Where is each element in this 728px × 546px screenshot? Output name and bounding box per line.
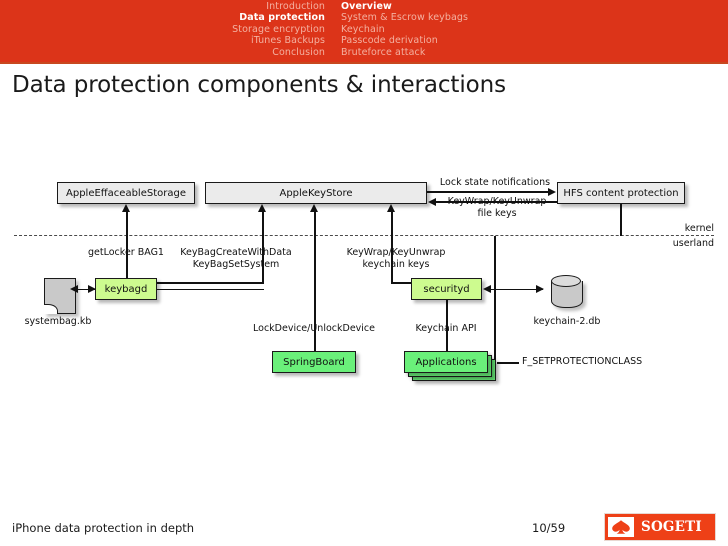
box-hfs-content-protection[interactable]: HFS content protection xyxy=(557,182,685,204)
label-keychain-2-db: keychain-2.db xyxy=(533,316,601,327)
edge-keywrap-keychain-hline xyxy=(391,282,411,284)
box-keybagd[interactable]: keybagd xyxy=(95,278,157,300)
nav-item-introduction[interactable]: Introduction xyxy=(266,1,325,12)
label-lockdevice-unlockdevice: LockDevice/UnlockDevice xyxy=(253,323,375,334)
edge-getlocker-arrowhead xyxy=(121,204,130,212)
nav-item-system-escrow[interactable]: System & Escrow keybags xyxy=(341,12,468,23)
box-springboard[interactable]: SpringBoard xyxy=(272,351,356,373)
header-underline xyxy=(0,62,728,64)
edge-lock-state-notifications-line xyxy=(427,191,549,193)
footer-title: iPhone data protection in depth xyxy=(12,521,195,535)
label-getlocker-bag1: getLocker BAG1 xyxy=(88,247,164,258)
edge-keybagcreate-arrowhead xyxy=(257,204,266,212)
spade-icon xyxy=(608,517,634,537)
label-keywrap-file-keys-line1: KeyWrap/KeyUnwrap xyxy=(447,196,547,207)
diagram-canvas: kernel userland AppleEffaceableStorage A… xyxy=(0,120,728,500)
edge-keybagcreate-hline xyxy=(155,282,264,284)
nav-item-itunes-backups[interactable]: iTunes Backups xyxy=(251,35,325,46)
box-securityd[interactable]: securityd xyxy=(411,278,482,300)
edge-securityd-keychain-arrowhead-left xyxy=(483,285,491,293)
edge-keybagd-systembag-arrowhead-right xyxy=(88,285,96,293)
edge-keywrap-keychain-arrowhead xyxy=(386,204,395,212)
box-applications[interactable]: Applications xyxy=(404,351,488,373)
nav-item-keychain[interactable]: Keychain xyxy=(341,24,385,35)
kernel-userland-divider xyxy=(14,235,714,236)
nav-item-bruteforce-attack[interactable]: Bruteforce attack xyxy=(341,47,425,58)
footer-page-number: 10/59 xyxy=(532,521,566,535)
sogeti-logo: SOGETI xyxy=(604,513,716,541)
nav-column-sections: Introduction Data protection Storage enc… xyxy=(207,1,325,58)
edge-lock-state-notifications-arrowhead xyxy=(548,187,556,196)
nav-item-storage-encryption[interactable]: Storage encryption xyxy=(232,24,325,35)
store-keychain-db-shape xyxy=(551,275,583,309)
label-keywrap-file-keys-line2: file keys xyxy=(477,208,517,219)
sogeti-logo-text: SOGETI xyxy=(641,519,702,535)
box-apple-key-store[interactable]: AppleKeyStore xyxy=(205,182,427,204)
label-f-setprotectionclass: F_SETPROTECTIONCLASS xyxy=(522,356,643,367)
label-keywrap-keychain-keys-line2: keychain keys xyxy=(362,259,430,270)
kernel-label: kernel xyxy=(684,223,714,234)
box-apple-key-store-label: AppleKeyStore xyxy=(279,187,353,199)
edge-keybagd-systembag-arrowhead-left xyxy=(70,285,78,293)
box-applications-label: Applications xyxy=(415,356,477,368)
nav-item-overview[interactable]: Overview xyxy=(341,1,392,12)
edge-lockdevice-arrowhead xyxy=(309,204,318,212)
label-systembag-kb: systembag.kb xyxy=(24,316,92,327)
edge-keybagd-right-stub xyxy=(157,288,264,291)
label-lock-state-notifications: Lock state notifications xyxy=(439,177,551,188)
store-systembag-kb-shape xyxy=(44,278,76,314)
label-keywrap-keychain-keys-line1: KeyWrap/KeyUnwrap xyxy=(346,247,446,258)
box-apple-effaceable-storage[interactable]: AppleEffaceableStorage xyxy=(57,182,195,204)
edge-setprotectionclass-vline xyxy=(494,236,496,363)
header-navigation: Introduction Data protection Storage enc… xyxy=(0,0,728,62)
nav-column-subsections: Overview System & Escrow keybags Keychai… xyxy=(341,1,521,58)
label-keybagcreatewithdata: KeyBagCreateWithData xyxy=(180,247,292,258)
box-apple-effaceable-storage-label: AppleEffaceableStorage xyxy=(66,187,186,199)
footer: iPhone data protection in depth 10/59 SO… xyxy=(0,500,728,546)
edge-setprotectionclass-hline xyxy=(497,362,519,364)
edge-lockdevice-line xyxy=(314,212,316,359)
userland-label: userland xyxy=(672,238,714,249)
box-springboard-label: SpringBoard xyxy=(283,356,345,368)
edge-hfs-down-line xyxy=(620,204,622,236)
nav-item-data-protection[interactable]: Data protection xyxy=(239,12,325,23)
page-title: Data protection components & interaction… xyxy=(12,72,506,98)
box-hfs-content-protection-label: HFS content protection xyxy=(563,187,679,199)
nav-item-conclusion[interactable]: Conclusion xyxy=(272,47,325,58)
nav-item-passcode-derivation[interactable]: Passcode derivation xyxy=(341,35,438,46)
label-keybagsetsystem: KeyBagSetSystem xyxy=(192,259,280,270)
box-securityd-label: securityd xyxy=(423,283,470,295)
label-keychain-api: Keychain API xyxy=(415,323,477,334)
store-keychain-db-top xyxy=(551,275,581,287)
edge-keywrap-file-keys-arrowhead xyxy=(428,197,436,206)
box-keybagd-label: keybagd xyxy=(104,283,148,295)
edge-securityd-keychain-arrowhead-right xyxy=(536,285,544,293)
slide: Introduction Data protection Storage enc… xyxy=(0,0,728,546)
